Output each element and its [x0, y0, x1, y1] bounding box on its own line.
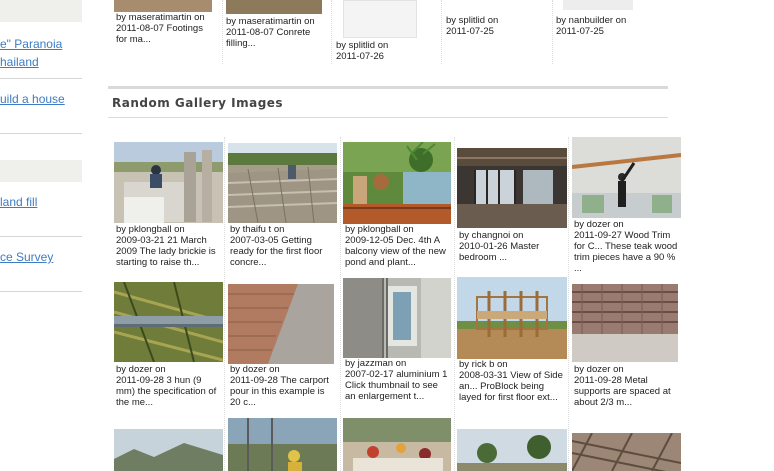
gallery-thumbnail[interactable] — [228, 284, 334, 364]
thumbnail-image[interactable] — [226, 0, 322, 14]
caption-text: 2011-07-25 — [556, 26, 604, 37]
gallery-thumbnail[interactable] — [343, 142, 451, 224]
sidebar-link-build-a-house[interactable]: uild a house — [0, 92, 65, 106]
caption-text: 2008-03-31 View of Side an... ProBlock b… — [459, 370, 563, 403]
image-caption: by changnoi on 2010-01-26 Master bedroom… — [459, 230, 563, 263]
caption-text: 2011-07-26 — [336, 51, 384, 62]
sidebar-link-thailand[interactable]: hailand — [0, 55, 39, 69]
caption-author: by changnoi on — [459, 230, 524, 241]
sidebar-divider — [0, 291, 82, 292]
image-caption: by thaifu t on 2007-03-05 Getting ready … — [230, 224, 334, 268]
gallery-thumbnail[interactable] — [572, 284, 678, 362]
gallery-thumbnail[interactable] — [228, 418, 337, 471]
caption-author: by thaifu t on — [230, 224, 285, 235]
caption-text: 2009-03-21 21 March 2009 The lady bricki… — [116, 235, 216, 268]
caption-text: 2011-09-28 The carport pour in this exam… — [230, 375, 329, 408]
column-divider — [454, 137, 455, 471]
caption-author: by pklongball on — [116, 224, 185, 235]
caption-text: 2011-09-27 Wood Trim for C... These teak… — [574, 230, 678, 274]
sidebar-link-paranoia[interactable]: e" Paranoia — [0, 37, 62, 51]
caption-author: by dozer on — [574, 364, 624, 375]
sidebar-header-band — [0, 0, 82, 22]
gallery-thumbnail[interactable] — [572, 433, 681, 471]
image-caption: by maseratimartin on 2011-08-07 Conrete … — [226, 16, 326, 49]
image-caption: by dozer on 2011-09-27 Wood Trim for C..… — [574, 219, 678, 274]
image-caption: by maseratimartin on 2011-08-07 Footings… — [116, 12, 216, 45]
column-divider — [552, 0, 553, 64]
caption-author: by dozer on — [574, 219, 624, 230]
caption-text: 2011-09-28 3 hun (9 mm) the specificatio… — [116, 375, 217, 408]
column-divider — [340, 137, 341, 471]
left-sidebar: e" Paranoia hailand uild a house land fi… — [0, 0, 82, 471]
caption-text: 2011-08-07 Conrete filling... — [226, 27, 311, 49]
image-caption: by splitlid on 2011-07-26 — [336, 40, 436, 62]
gallery-thumbnail[interactable] — [114, 282, 223, 362]
gallery-thumbnail[interactable] — [457, 277, 567, 359]
column-divider — [331, 0, 332, 64]
caption-author: by splitlid on — [336, 40, 389, 51]
caption-text: 2007-03-05 Getting ready for the first f… — [230, 235, 323, 268]
section-title: Random Gallery Images — [112, 96, 284, 110]
image-caption: by nanbuilder on 2011-07-25 — [556, 15, 656, 37]
section-underline — [108, 117, 668, 118]
column-divider — [222, 0, 223, 64]
gallery-thumbnail[interactable] — [114, 429, 223, 471]
caption-author: by jazzman on — [345, 358, 407, 369]
section-divider — [108, 86, 668, 89]
caption-author: by maseratimartin on — [226, 16, 315, 27]
gallery-thumbnail[interactable] — [457, 148, 567, 228]
sidebar-divider — [0, 133, 82, 134]
caption-text: 2011-08-07 Footings for ma... — [116, 23, 203, 45]
sidebar-band — [0, 160, 82, 182]
sidebar-divider — [0, 78, 82, 79]
gallery-thumbnail[interactable] — [228, 143, 337, 223]
image-caption: by rick b on 2008-03-31 View of Side an.… — [459, 359, 563, 403]
thumbnail-image[interactable] — [343, 0, 417, 38]
caption-text: 2010-01-26 Master bedroom ... — [459, 241, 540, 263]
caption-author: by pklongball on — [345, 224, 414, 235]
caption-author: by maseratimartin on — [116, 12, 205, 23]
column-divider — [568, 137, 569, 471]
image-caption: by jazzman on 2007-02-17 aluminium 1 Cli… — [345, 358, 449, 402]
gallery-thumbnail[interactable] — [572, 137, 681, 218]
image-caption: by pklongball on 2009-12-05 Dec. 4th A b… — [345, 224, 449, 268]
gallery-thumbnail[interactable] — [457, 429, 567, 471]
image-caption: by dozer on 2011-09-28 3 hun (9 mm) the … — [116, 364, 220, 408]
sidebar-divider — [0, 236, 82, 237]
thumbnail-image[interactable] — [114, 0, 212, 12]
caption-text: 2007-02-17 aluminium 1 Click thumbnail t… — [345, 369, 448, 402]
gallery-thumbnail[interactable] — [343, 278, 451, 358]
caption-author: by rick b on — [459, 359, 508, 370]
image-caption: by dozer on 2011-09-28 Metal supports ar… — [574, 364, 678, 408]
image-caption: by pklongball on 2009-03-21 21 March 200… — [116, 224, 220, 268]
sidebar-link-survey[interactable]: ce Survey — [0, 250, 53, 264]
image-caption: by dozer on 2011-09-28 The carport pour … — [230, 364, 334, 408]
thumbnail-image[interactable] — [563, 0, 633, 10]
caption-text: 2011-09-28 Metal supports are spaced at … — [574, 375, 671, 408]
gallery-thumbnail[interactable] — [114, 142, 223, 223]
column-divider — [441, 0, 442, 64]
caption-author: by dozer on — [116, 364, 166, 375]
caption-author: by splitlid on — [446, 15, 499, 26]
caption-text: 2011-07-25 — [446, 26, 494, 37]
column-divider — [224, 137, 225, 471]
sidebar-link-land-fill[interactable]: land fill — [0, 195, 37, 209]
image-caption: by splitlid on 2011-07-25 — [446, 15, 546, 37]
caption-text: 2009-12-05 Dec. 4th A balcony view of th… — [345, 235, 446, 268]
caption-author: by nanbuilder on — [556, 15, 627, 26]
caption-author: by dozer on — [230, 364, 280, 375]
gallery-thumbnail[interactable] — [343, 418, 451, 471]
